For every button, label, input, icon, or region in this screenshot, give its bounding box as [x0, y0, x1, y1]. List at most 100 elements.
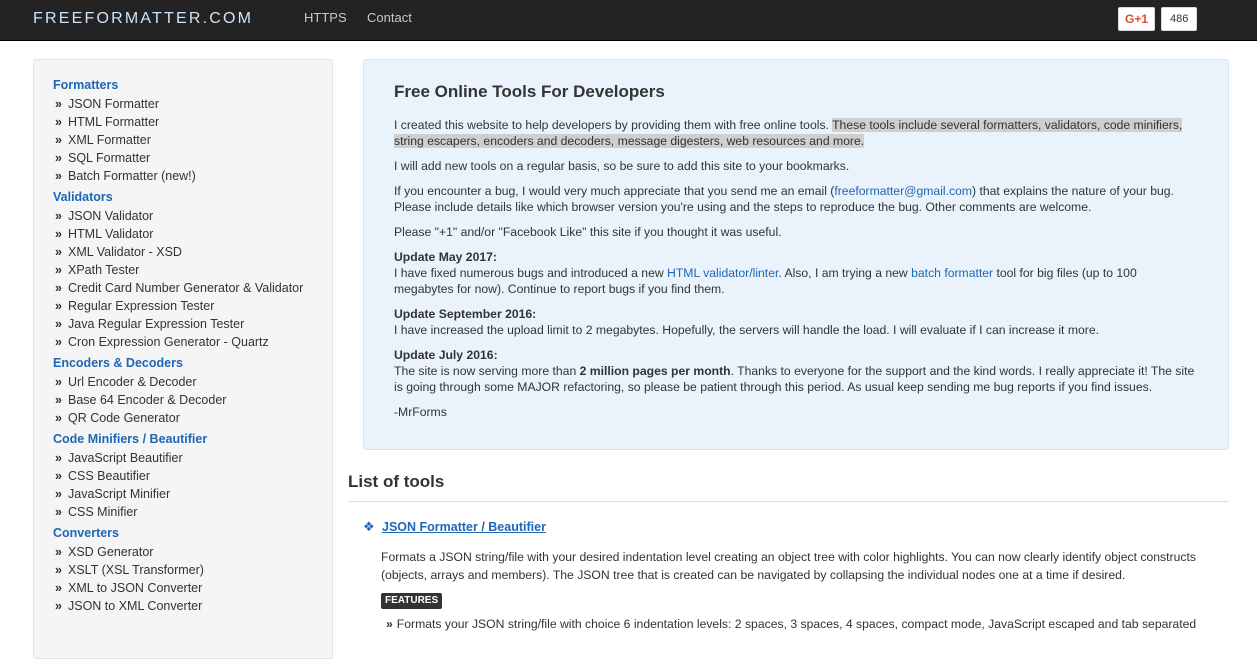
- bold-stat: 2 million pages per month: [579, 364, 731, 378]
- sidebar-section-heading[interactable]: Validators: [53, 188, 332, 206]
- intro-panel: Free Online Tools For Developers I creat…: [363, 59, 1229, 450]
- signature: -MrForms: [394, 405, 447, 419]
- update-text: The site is now serving more than: [394, 364, 580, 378]
- sidebar-item-label: CSS Minifier: [68, 505, 138, 519]
- raquo-icon: »: [55, 209, 62, 223]
- sidebar-item[interactable]: » XSD Generator: [53, 543, 332, 561]
- sidebar-item-label: XML Formatter: [68, 133, 151, 147]
- sidebar-item-label: SQL Formatter: [68, 151, 151, 165]
- feature-text: Formats your JSON string/file with choic…: [396, 617, 1197, 631]
- intro-paragraph-3: If you encounter a bug, I would very muc…: [394, 183, 1198, 215]
- sidebar-item[interactable]: » Url Encoder & Decoder: [53, 373, 332, 391]
- raquo-icon: »: [55, 505, 62, 519]
- raquo-icon: »: [55, 245, 62, 259]
- sidebar-item-label: XSLT (XSL Transformer): [68, 563, 204, 577]
- raquo-icon: »: [55, 393, 62, 407]
- sidebar-item[interactable]: » Regular Expression Tester: [53, 297, 332, 315]
- raquo-icon: »: [55, 169, 62, 183]
- sidebar-item-label: Base 64 Encoder & Decoder: [68, 393, 227, 407]
- update-may-2017: Update May 2017: I have fixed numerous bu…: [394, 249, 1198, 297]
- sidebar-item-label: XSD Generator: [68, 545, 154, 559]
- sidebar-item[interactable]: » Base 64 Encoder & Decoder: [53, 391, 332, 409]
- top-navbar: FREEFORMATTER.COM HTTPS Contact G+1 486: [0, 0, 1257, 41]
- sidebar-item[interactable]: » Batch Formatter (new!): [53, 167, 332, 185]
- intro-paragraph-1: I created this website to help developer…: [394, 117, 1198, 149]
- raquo-icon: »: [55, 411, 62, 425]
- sidebar-item[interactable]: » SQL Formatter: [53, 149, 332, 167]
- sidebar-item-label: JSON Validator: [68, 209, 154, 223]
- sidebar-item[interactable]: » CSS Beautifier: [53, 467, 332, 485]
- raquo-icon: »: [55, 317, 62, 331]
- raquo-icon: »: [55, 263, 62, 277]
- raquo-icon: »: [55, 581, 62, 595]
- sidebar-item[interactable]: » JavaScript Minifier: [53, 485, 332, 503]
- feature-item: » Formats your JSON string/file with choi…: [386, 617, 1196, 631]
- raquo-icon: »: [55, 469, 62, 483]
- sidebar-section-heading[interactable]: Converters: [53, 524, 332, 542]
- raquo-icon: »: [386, 617, 393, 631]
- update-sep-2016: Update September 2016: I have increased t…: [394, 306, 1198, 338]
- sidebar-item[interactable]: » QR Code Generator: [53, 409, 332, 427]
- sidebar-item[interactable]: » XPath Tester: [53, 261, 332, 279]
- update-text: . Also, I am trying a new: [778, 266, 912, 280]
- sidebar-item[interactable]: » CSS Minifier: [53, 503, 332, 521]
- sidebar-item-label: XML to JSON Converter: [68, 581, 203, 595]
- raquo-icon: »: [55, 563, 62, 577]
- gplus-button[interactable]: G+1: [1118, 7, 1155, 31]
- sidebar-item[interactable]: » HTML Validator: [53, 225, 332, 243]
- intro-text: I created this website to help developer…: [394, 118, 833, 132]
- html-validator-link[interactable]: HTML validator/linter: [667, 266, 778, 280]
- site-logo[interactable]: FREEFORMATTER.COM: [33, 10, 253, 28]
- sidebar-item-label: JavaScript Minifier: [68, 487, 171, 501]
- sidebar-item[interactable]: » HTML Formatter: [53, 113, 332, 131]
- nav-https-link[interactable]: HTTPS: [304, 10, 347, 25]
- raquo-icon: »: [55, 545, 62, 559]
- update-title: Update September 2016:: [394, 307, 537, 321]
- sidebar-item[interactable]: » XML Validator - XSD: [53, 243, 332, 261]
- sidebar-item[interactable]: » XML to JSON Converter: [53, 579, 332, 597]
- update-jul-2016: Update July 2016: The site is now serving…: [394, 347, 1198, 395]
- sidebar-item-label: XPath Tester: [68, 263, 140, 277]
- sidebar-item-label: Java Regular Expression Tester: [68, 317, 245, 331]
- tool-description: Formats a JSON string/file with your des…: [381, 550, 1196, 582]
- sidebar-item-label: Batch Formatter (new!): [68, 169, 196, 183]
- sidebar-item[interactable]: » JSON Formatter: [53, 95, 332, 113]
- sidebar-item-label: HTML Validator: [68, 227, 154, 241]
- raquo-icon: »: [55, 151, 62, 165]
- update-title: Update July 2016:: [394, 348, 498, 362]
- email-link[interactable]: freeformatter@gmail.com: [834, 184, 972, 198]
- gplus-widget: G+1 486: [1118, 7, 1198, 31]
- sidebar-item-label: JavaScript Beautifier: [68, 451, 183, 465]
- sidebar-item[interactable]: » Java Regular Expression Tester: [53, 315, 332, 333]
- sidebar-item[interactable]: » Credit Card Number Generator & Validato…: [53, 279, 332, 297]
- json-formatter-tool-link[interactable]: JSON Formatter / Beautifier: [382, 520, 546, 534]
- sidebar-section-heading[interactable]: Code Minifiers / Beautifier: [53, 430, 332, 448]
- sidebar-item-label: Credit Card Number Generator & Validator: [68, 281, 304, 295]
- nav-contact-link[interactable]: Contact: [367, 10, 412, 25]
- sidebar-item[interactable]: » JSON Validator: [53, 207, 332, 225]
- sidebar-item[interactable]: » JavaScript Beautifier: [53, 449, 332, 467]
- sidebar-item[interactable]: » Cron Expression Generator - Quartz: [53, 333, 332, 351]
- sidebar-section-heading[interactable]: Formatters: [53, 76, 332, 94]
- batch-formatter-link[interactable]: batch formatter: [911, 266, 993, 280]
- sidebar-item[interactable]: » JSON to XML Converter: [53, 597, 332, 615]
- raquo-icon: »: [55, 375, 62, 389]
- update-text: I have increased the upload limit to 2 m…: [394, 323, 1099, 337]
- tool-entry: ❖ JSON Formatter / Beautifier: [363, 519, 546, 535]
- diamond-bullet-icon: ❖: [363, 519, 375, 534]
- sidebar-item[interactable]: » XSLT (XSL Transformer): [53, 561, 332, 579]
- sidebar-item-label: Cron Expression Generator - Quartz: [68, 335, 269, 349]
- raquo-icon: »: [55, 487, 62, 501]
- tools-heading: List of tools: [348, 472, 445, 491]
- features-badge: FEATURES: [381, 593, 443, 609]
- sidebar-item-label: XML Validator - XSD: [68, 245, 182, 259]
- raquo-icon: »: [55, 97, 62, 111]
- sidebar: Formatters » JSON Formatter » HTML Formatter…: [33, 59, 333, 659]
- raquo-icon: »: [55, 133, 62, 147]
- sidebar-section-heading[interactable]: Encoders & Decoders: [53, 354, 332, 372]
- sidebar-item[interactable]: » XML Formatter: [53, 131, 332, 149]
- raquo-icon: »: [55, 335, 62, 349]
- sidebar-item-label: CSS Beautifier: [68, 469, 150, 483]
- sidebar-item-label: JSON Formatter: [68, 97, 159, 111]
- update-text: I have fixed numerous bugs and introduce…: [394, 266, 668, 280]
